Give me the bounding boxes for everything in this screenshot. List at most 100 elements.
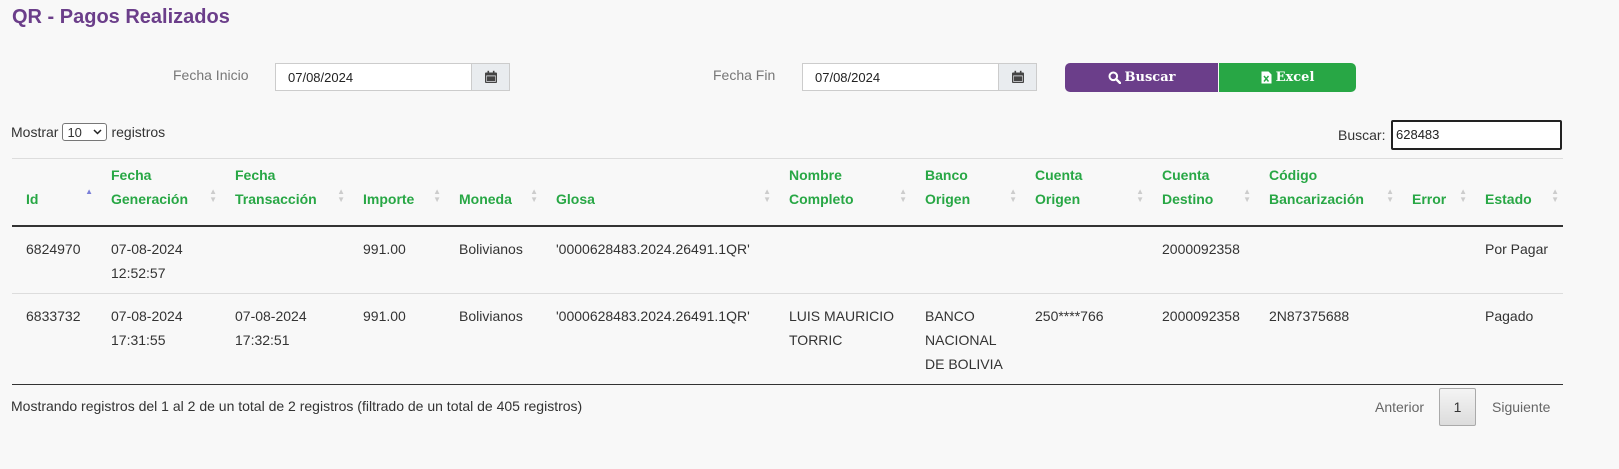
sort-icon: ▲▼	[1009, 186, 1017, 204]
column-header-label: Destino	[1162, 191, 1214, 207]
table-top-divider	[12, 158, 1563, 159]
table-cell: BANCO NACIONAL DE BOLIVIA	[911, 293, 1021, 385]
table-cell	[775, 226, 911, 294]
cell-text: Bolivianos	[459, 241, 523, 257]
column-header[interactable]: Glosa ▲ ▼	[542, 160, 775, 227]
calendar-icon	[484, 70, 497, 83]
table-cell	[911, 226, 1021, 294]
table-row: 6824970 07-08-2024 12:52:57 991.00 Boliviano…	[12, 226, 1563, 294]
column-header[interactable]: Estado ▲ ▼	[1471, 160, 1563, 227]
search-label: Buscar:	[1338, 127, 1386, 143]
column-header[interactable]: Importe ▲ ▼	[349, 160, 445, 227]
sort-icon: ▲▼	[1386, 186, 1394, 204]
cell-text: TORRIC	[789, 332, 843, 348]
cell-text: 2000092358	[1162, 241, 1240, 257]
cell-text: 991.00	[363, 308, 406, 324]
page-title: QR - Pagos Realizados	[12, 6, 230, 28]
cell-text: 2000092358	[1162, 308, 1240, 324]
column-header[interactable]: Moneda ▲ ▼	[445, 160, 542, 227]
table-cell: Pagado	[1471, 293, 1563, 385]
fecha-fin-group: 07/08/2024	[802, 63, 1037, 91]
table-cell: 07-08-2024 17:31:55	[97, 293, 221, 385]
table-cell: 2000092358	[1148, 293, 1255, 385]
table-cell: 991.00	[349, 293, 445, 385]
pagination-current-page[interactable]: 1	[1439, 388, 1476, 426]
payments-table: Id▲▼FechaGeneración▲▼FechaTransacción▲▼I…	[12, 160, 1563, 385]
sort-icon: ▲▼	[763, 186, 771, 204]
fecha-fin-label: Fecha Fin	[713, 67, 776, 83]
column-header-label: Origen	[1035, 191, 1081, 207]
sort-icon: ▲▼	[433, 186, 441, 204]
table-cell	[1255, 226, 1398, 294]
buscar-button[interactable]: Buscar	[1065, 63, 1218, 92]
cell-text: '0000628483.2024.26491.1QR'	[556, 241, 750, 257]
column-header[interactable]: Fecha Transacción ▲ ▼	[221, 160, 349, 227]
sort-icon: ▲▼	[1551, 186, 1559, 204]
pagination-previous[interactable]: Anterior	[1375, 399, 1424, 415]
fecha-fin-calendar-button[interactable]	[999, 63, 1037, 91]
table-cell: Bolivianos	[445, 293, 542, 385]
column-header[interactable]: Nombre Completo ▲ ▼	[775, 160, 911, 227]
cell-text: 250****766	[1035, 308, 1104, 324]
column-header-label: Banco	[925, 167, 968, 183]
column-header[interactable]: Código Bancarización ▲ ▼	[1255, 160, 1398, 227]
column-header[interactable]: Fecha Generación ▲ ▼	[97, 160, 221, 227]
table-cell: Por Pagar	[1471, 226, 1563, 294]
fecha-fin-input[interactable]: 07/08/2024	[802, 63, 999, 91]
page-length-control: Mostrar 10 registros	[11, 123, 165, 141]
table-cell: LUIS MAURICIO TORRIC	[775, 293, 911, 385]
cell-text: 17:31:55	[111, 332, 166, 348]
page-size-select[interactable]: 10	[62, 123, 108, 141]
column-header-label: Cuenta	[1162, 167, 1210, 183]
table-body: 6824970 07-08-2024 12:52:57 991.00 Boliviano…	[12, 226, 1563, 385]
column-header-label: Transacción	[235, 191, 317, 207]
cell-text: DE BOLIVIA	[925, 356, 1003, 372]
table-cell: 250****766	[1021, 293, 1148, 385]
cell-text: 12:52:57	[111, 265, 166, 281]
table-cell: 07-08-2024 17:32:51	[221, 293, 349, 385]
table-cell: 991.00	[349, 226, 445, 294]
cell-text: 07-08-2024	[235, 308, 307, 324]
table-cell	[1398, 293, 1471, 385]
sort-icon: ▲▼	[530, 186, 538, 204]
cell-text: 07-08-2024	[111, 308, 183, 324]
column-header-label: Moneda	[459, 191, 512, 207]
table-cell: '0000628483.2024.26491.1QR'	[542, 226, 775, 294]
sort-icon: ▲▼	[1243, 186, 1251, 204]
cell-text: 6833732	[26, 308, 81, 324]
excel-icon	[1261, 71, 1272, 84]
table-cell: '0000628483.2024.26491.1QR'	[542, 293, 775, 385]
column-header[interactable]: Cuenta Origen ▲ ▼	[1021, 160, 1148, 227]
column-header-label: Error	[1412, 191, 1447, 207]
column-header[interactable]: Cuenta Destino ▲ ▼	[1148, 160, 1255, 227]
column-header-label: Estado	[1485, 191, 1532, 207]
table-cell: Bolivianos	[445, 226, 542, 294]
cell-text: Por Pagar	[1485, 241, 1549, 257]
fecha-inicio-input[interactable]: 07/08/2024	[275, 63, 472, 91]
pagination-next[interactable]: Siguiente	[1492, 399, 1550, 415]
fecha-inicio-group: 07/08/2024	[275, 63, 510, 91]
column-header-label: Completo	[789, 191, 854, 207]
table-info: Mostrando registros del 1 al 2 de un tot…	[11, 398, 583, 414]
column-header-label: Bancarización	[1269, 191, 1364, 207]
table-header-row: Id▲▼FechaGeneración▲▼FechaTransacción▲▼I…	[12, 160, 1563, 227]
sort-icon: ▲▼	[1136, 186, 1144, 204]
search-input[interactable]: 628483	[1391, 120, 1562, 150]
table-row: 6833732 07-08-2024 17:31:55 07-08-2024 17:32…	[12, 293, 1563, 385]
table-cell: 6833732	[12, 293, 97, 385]
excel-button[interactable]: Excel	[1219, 63, 1356, 92]
column-header-label: Cuenta	[1035, 167, 1083, 183]
sort-icon: ▲▼	[85, 186, 93, 196]
cell-text: Bolivianos	[459, 308, 523, 324]
sort-icon: ▲▼	[899, 186, 907, 204]
column-header-label: Glosa	[556, 191, 595, 207]
mostrar-label: Mostrar	[11, 124, 59, 140]
column-header[interactable]: Id ▲▼	[12, 160, 97, 227]
column-header[interactable]: Error ▲ ▼	[1398, 160, 1471, 227]
table-cell: 2N87375688	[1255, 293, 1398, 385]
column-header-label: Importe	[363, 191, 415, 207]
fecha-inicio-calendar-button[interactable]	[472, 63, 510, 91]
column-header[interactable]: Banco Origen ▲ ▼	[911, 160, 1021, 227]
table-cell: 6824970	[12, 226, 97, 294]
search-icon	[1108, 71, 1121, 84]
